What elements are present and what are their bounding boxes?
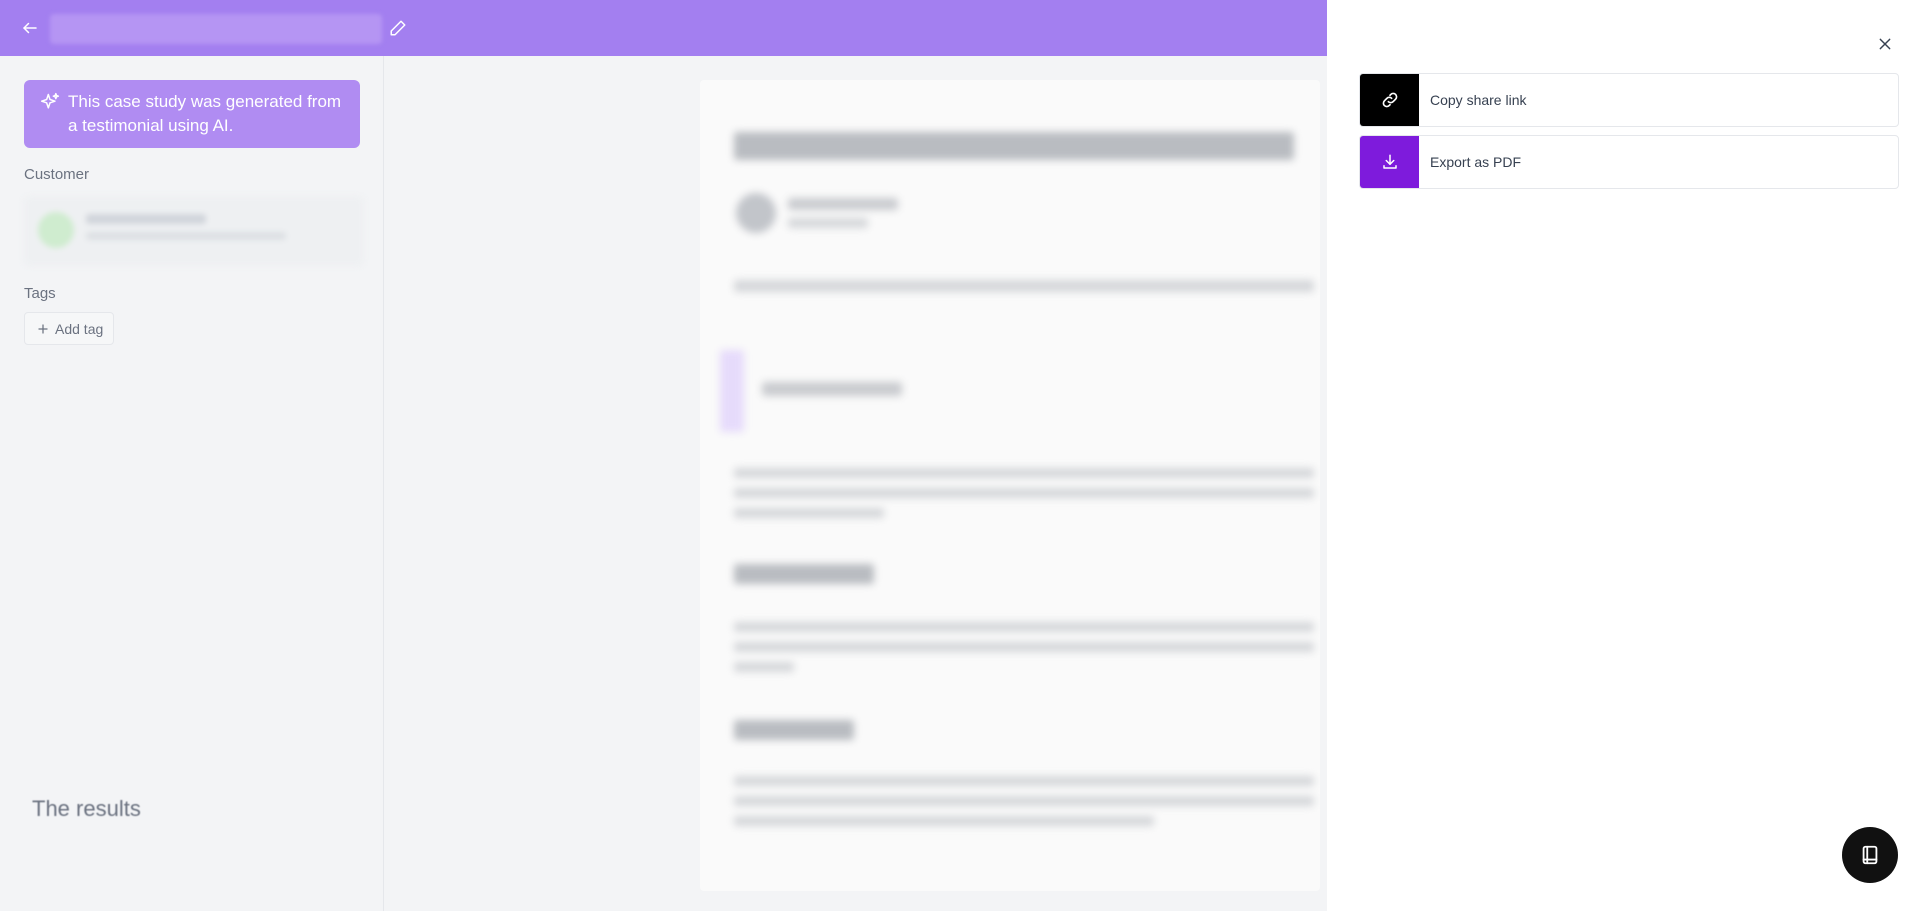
customer-label: Customer [24,166,90,183]
ai-notice-text: This case study was generated from a tes… [68,92,342,135]
back-button[interactable] [18,16,42,40]
case-study-title-input[interactable] [50,14,382,44]
ai-generated-notice: This case study was generated from a tes… [24,80,360,148]
export-pdf-label: Export as PDF [1430,154,1522,170]
export-pdf-button[interactable]: Export as PDF [1359,135,1899,189]
arrow-left-icon [23,22,37,34]
link-icon [1382,92,1397,108]
case-study-document [700,80,1320,891]
copy-share-link-button[interactable]: Copy share link [1359,73,1899,127]
copy-share-link-label: Copy share link [1430,92,1527,108]
add-tag-label: Add tag [55,320,104,337]
customer-name-placeholder [86,214,206,224]
sparkle-icon [40,92,60,109]
results-heading: The results [32,796,141,821]
customer-detail-placeholder [86,232,286,240]
book-icon [1862,845,1878,865]
left-sidebar: This case study was generated from a tes… [0,56,384,911]
plus-icon [38,323,48,334]
close-icon[interactable] [1877,36,1893,52]
download-icon [1382,154,1397,169]
pencil-icon[interactable] [389,19,407,37]
download-icon-box [1360,136,1419,188]
customer-avatar [38,212,74,248]
help-fab-button[interactable] [1842,827,1898,883]
link-icon-box [1360,74,1419,126]
customer-card[interactable] [24,196,364,266]
add-tag-button[interactable]: Add tag [24,312,115,345]
tags-label: Tags [24,285,56,302]
